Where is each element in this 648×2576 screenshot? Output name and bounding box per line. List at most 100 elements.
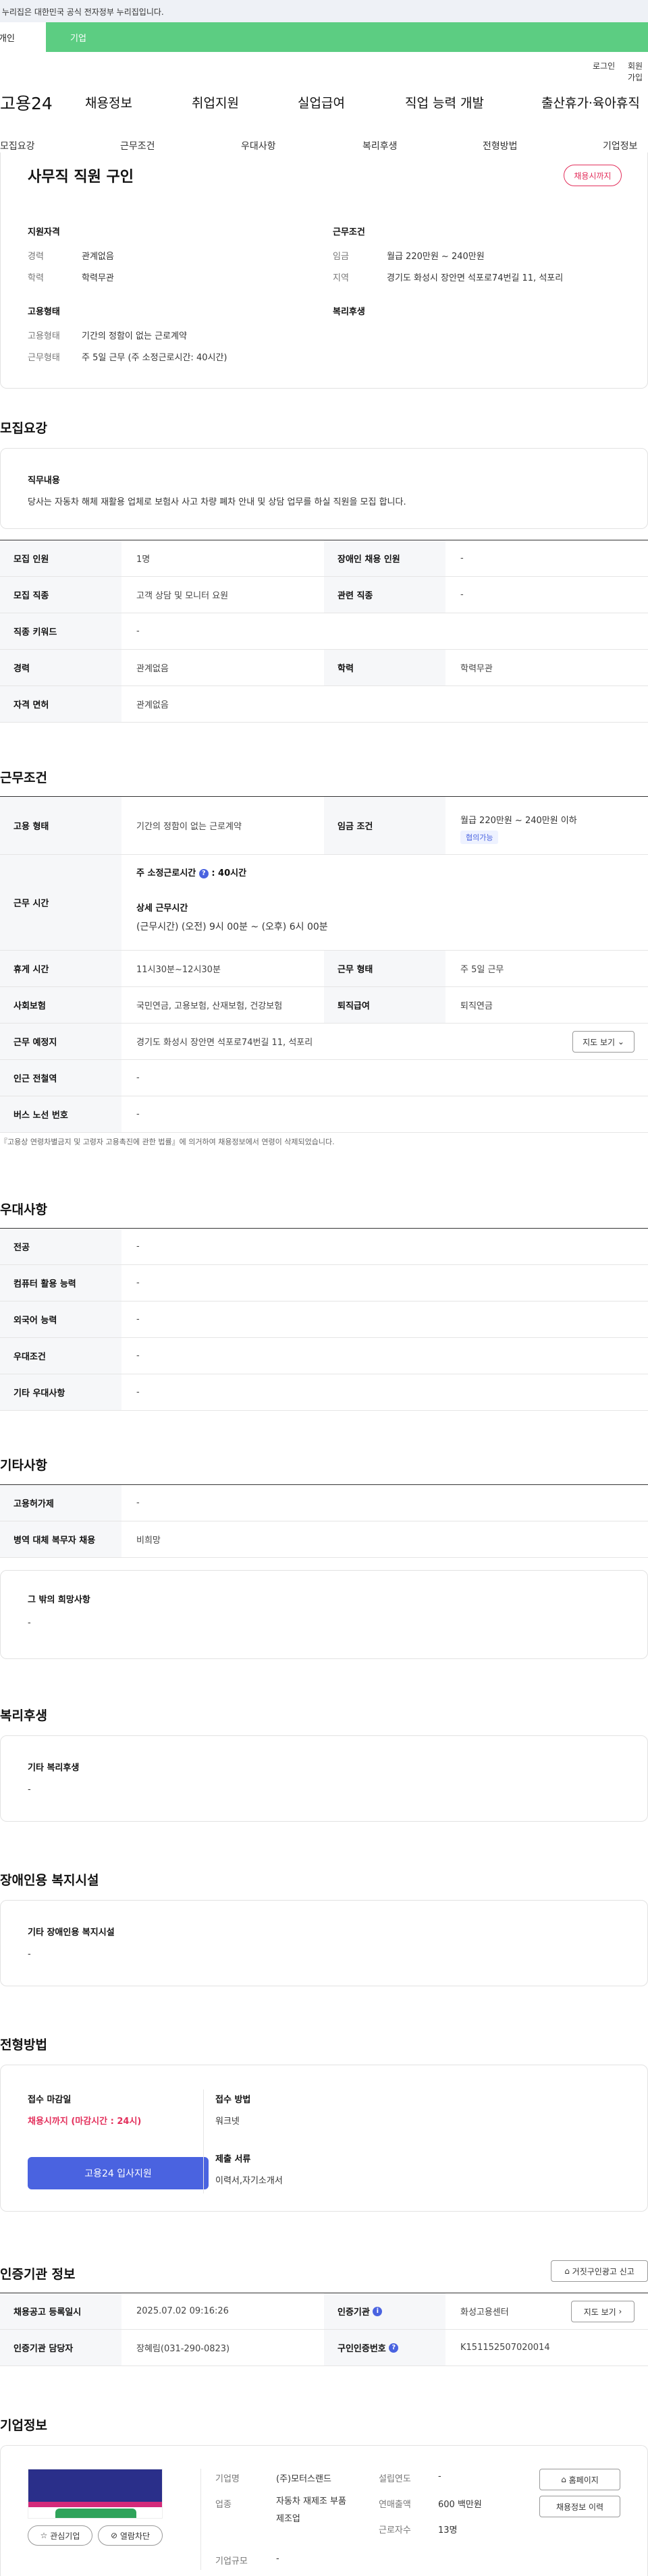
career-key: 경력 <box>28 252 44 262</box>
table-row: 채용공고 등록일시 2025.07.02 09:16:26 인증기관 i 화성고… <box>0 2293 648 2330</box>
row-key: 근무 예정지 <box>0 1024 122 1059</box>
subtab-work[interactable]: 근무조건 <box>120 139 155 152</box>
cert-org-key: 인증기관 <box>338 2307 370 2318</box>
welfare-card: 기타 복리후생 - <box>0 1735 648 1822</box>
table-row: 고용허가제 - <box>0 1485 648 1521</box>
row-key: 모집 인원 <box>0 540 122 576</box>
gnb-item-leave[interactable]: 출산휴가·육아휴직 <box>541 93 640 111</box>
row-key: 고용허가제 <box>0 1485 122 1521</box>
subtab-screening[interactable]: 전형방법 <box>483 139 518 152</box>
table-row: 전공 - <box>0 1229 648 1265</box>
cert-map-label: 지도 보기 <box>583 2307 616 2317</box>
welfare-card-heading: 기타 복리후생 <box>28 1763 80 1773</box>
history-button[interactable]: 채용정보 이력 <box>539 2496 620 2517</box>
table-row: 근무 시간 주 소정근로시간 ? : 40시간 상세 근무시간 (근무시간) (… <box>0 855 648 951</box>
screening-card: 접수 마감일 채용시까지 (마감시간 : 24시) 고용24 입사지원 접수 방… <box>0 2065 648 2212</box>
row-key: 인증기관 i <box>324 2293 446 2329</box>
gnb-item-benefit[interactable]: 실업급여 <box>298 93 345 111</box>
info-icon[interactable]: i <box>373 2306 383 2316</box>
report-button[interactable]: ⌂ 거짓구인광고 신고 <box>551 2260 648 2282</box>
hours-label: 주 소정근로시간 <box>136 868 196 878</box>
home-icon: ⌂ <box>561 2475 566 2484</box>
login-link[interactable]: 로그인 <box>593 60 615 72</box>
tab-personal[interactable]: 개인 <box>0 22 46 52</box>
cert-map-button[interactable]: 지도 보기 › <box>571 2301 634 2322</box>
table-row: 병역 대체 복무자 채용 비희망 <box>0 1521 648 1558</box>
row-value: 국민연금, 고용보험, 산재보험, 건강보험 <box>136 1001 283 1011</box>
gnb-item-employment[interactable]: 취업지원 <box>192 93 239 111</box>
row-value: - <box>136 1314 140 1324</box>
cert-section-title: 인증기관 정보 <box>0 2267 76 2282</box>
row-value: - <box>136 1387 140 1397</box>
emp-type-value: 기간의 정함이 없는 근로계약 <box>82 331 187 341</box>
homepage-button[interactable]: ⌂ 홈페이지 <box>539 2469 620 2490</box>
gnb-item-training[interactable]: 직업 능력 개발 <box>405 93 484 111</box>
block-label: 열람차단 <box>119 2531 151 2541</box>
subtab-pref[interactable]: 우대사항 <box>241 139 276 152</box>
map-button-label: 지도 보기 <box>583 1037 616 1047</box>
row-key: 학력 <box>324 650 446 685</box>
wage-condition-value: 월급 220만원 ~ 240만원 이하 <box>460 816 577 826</box>
row-key: 채용공고 등록일시 <box>0 2293 122 2329</box>
disabled-card-text: - <box>28 1949 31 1959</box>
gnb-item-jobs[interactable]: 채용정보 <box>85 93 132 111</box>
subtab-recruit[interactable]: 모집요강 <box>0 139 35 152</box>
detail-hours-value: (근무시간) (오전) 9시 00분 ~ (오후) 6시 00분 <box>136 922 328 932</box>
audience-tabs: 개인 기업 <box>0 22 648 52</box>
home-icon: ⌂ <box>564 2266 570 2276</box>
row-value: - <box>136 1351 140 1361</box>
join-link[interactable]: 회원가입 <box>628 60 648 83</box>
status-badge: 채용시까지 <box>564 165 622 186</box>
qual-heading: 지원자격 <box>28 227 60 237</box>
row-value: - <box>460 553 464 563</box>
fav-company-button[interactable]: ☆ 관심기업 <box>28 2525 92 2546</box>
welfare-card-text: - <box>28 1785 31 1795</box>
site-logo[interactable]: 고용24 <box>0 90 53 115</box>
row-value: 화성고용센터 <box>460 2307 509 2318</box>
tab-company[interactable]: 기업 <box>70 31 86 44</box>
table-row: 고용 형태 기간의 정함이 없는 근로계약 임금 조건 월급 220만원 ~ 2… <box>0 797 648 855</box>
sales-key: 연매출액 <box>379 2500 411 2510</box>
row-value: 퇴직연금 <box>460 1001 493 1011</box>
wage-value: 월급 220만원 ~ 240만원 <box>387 252 485 262</box>
table-row: 모집 직종 고객 상담 및 모니터 요원 관련 직종 - <box>0 577 648 613</box>
company-section-title: 기업정보 <box>0 2418 47 2433</box>
row-key: 인근 전철역 <box>0 1060 122 1096</box>
hours-value: : 40시간 <box>211 868 247 878</box>
detail-hours-label: 상세 근무시간 <box>136 903 188 914</box>
block-button[interactable]: ⊘ 열람차단 <box>98 2525 163 2546</box>
company-name-value: (주)모터스랜드 <box>276 2474 331 2484</box>
report-button-label: 거짓구인광고 신고 <box>572 2266 634 2276</box>
row-value: 2025.07.02 09:16:26 <box>136 2306 229 2316</box>
apply-button[interactable]: 고용24 입사지원 <box>28 2157 209 2189</box>
work-form-key: 근무형태 <box>28 353 60 363</box>
row-value: - <box>136 1241 140 1252</box>
welfare-section-title: 복리후생 <box>0 1708 47 1723</box>
subtab-welfare[interactable]: 복리후생 <box>362 139 398 152</box>
table-row: 우대조건 - <box>0 1338 648 1374</box>
chevron-down-icon: ⌄ <box>617 1037 624 1046</box>
welfare-heading: 복리후생 <box>333 307 365 317</box>
map-button[interactable]: 지도 보기 ⌄ <box>572 1031 634 1053</box>
chevron-right-icon: › <box>618 2307 622 2316</box>
gov-banner-text: 이 누리집은 대한민국 공식 전자정부 누리집입니다. <box>0 7 164 17</box>
row-key: 컴퓨터 활용 능력 <box>0 1265 122 1301</box>
help-icon[interactable]: ? <box>198 868 209 878</box>
homepage-label: 홈페이지 <box>568 2475 599 2485</box>
area-key: 지역 <box>333 273 349 283</box>
row-value: - <box>136 626 140 636</box>
method-text: 워크넷 <box>215 2117 240 2127</box>
emp-count-key: 근로자수 <box>379 2525 411 2536</box>
row-key: 퇴직급여 <box>324 987 446 1023</box>
career-value: 관계없음 <box>82 252 114 262</box>
company-logo <box>28 2469 163 2519</box>
row-key: 버스 노선 번호 <box>0 1096 122 1132</box>
subtab-company[interactable]: 기업정보 <box>603 139 638 152</box>
row-key: 근무 시간 <box>0 855 122 950</box>
help-icon[interactable]: ? <box>389 2343 399 2353</box>
row-value: 11시30분~12시30분 <box>136 965 221 975</box>
wage-key: 임금 <box>333 252 349 262</box>
star-icon: ☆ <box>40 2531 48 2540</box>
row-key: 자격 면허 <box>0 686 122 722</box>
area-value: 경기도 화성시 장안면 석포로74번길 11, 석포리 <box>387 273 564 283</box>
